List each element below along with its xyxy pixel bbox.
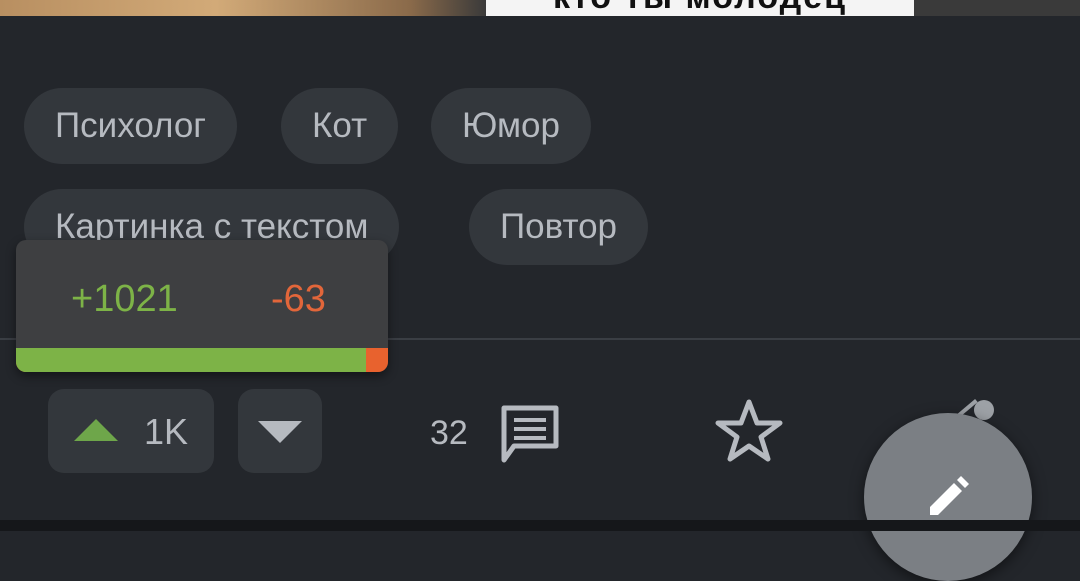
triangle-down-icon (258, 421, 302, 443)
rating-bar (16, 348, 388, 372)
triangle-up-icon (74, 419, 118, 441)
downvote-button[interactable] (238, 389, 322, 473)
compose-fab-button[interactable] (864, 413, 1032, 581)
tag-humor[interactable]: Юмор (431, 88, 591, 164)
save-button[interactable] (714, 398, 784, 469)
bottom-edge (0, 520, 1080, 531)
image-caption-text: кто ты молодец (486, 0, 914, 16)
comments-count: 32 (430, 414, 468, 452)
comment-icon (501, 405, 559, 463)
upvote-button[interactable]: 1K (48, 389, 214, 473)
rating-bar-positive (16, 348, 367, 372)
pencil-icon (930, 476, 969, 515)
upvote-count: 1K (144, 411, 189, 452)
fab-indicator-dot (974, 400, 994, 420)
post-image[interactable]: кто ты молодец (0, 0, 1080, 16)
rating-popup: +1021 -63 (16, 240, 388, 372)
rating-pluses: +1021 (71, 278, 178, 320)
comments-button[interactable]: 32 (428, 400, 568, 466)
tag-psychologist[interactable]: Психолог (24, 88, 238, 164)
tag-cat[interactable]: Кот (281, 88, 399, 164)
rating-minuses: -63 (271, 278, 326, 320)
tag-repeat[interactable]: Повтор (469, 189, 649, 265)
image-caption: кто ты молодец (486, 0, 914, 16)
star-icon (715, 399, 783, 462)
